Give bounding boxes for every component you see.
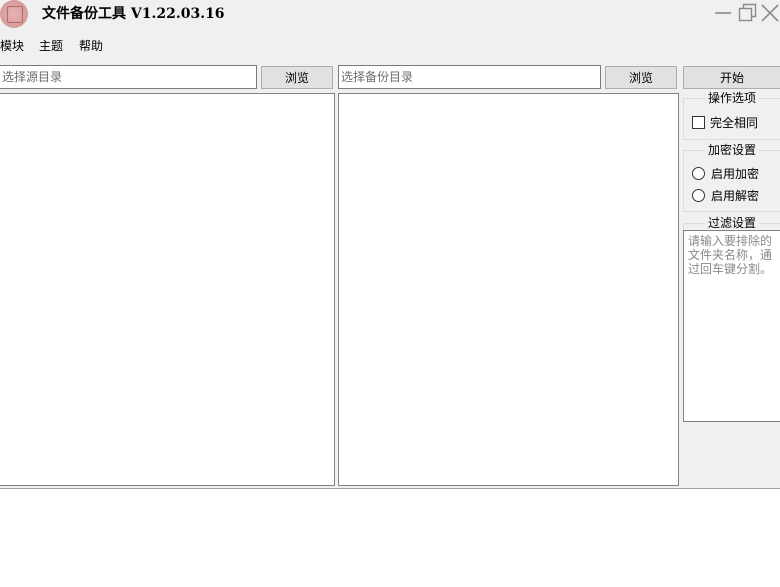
- start-button[interactable]: 开始: [683, 66, 780, 89]
- backup-browse-button[interactable]: 浏览: [605, 66, 677, 89]
- exact-match-label[interactable]: 完全相同: [710, 115, 758, 131]
- source-file-list[interactable]: [0, 93, 335, 486]
- backup-dir-input[interactable]: [338, 65, 601, 89]
- minimize-icon[interactable]: [710, 0, 736, 26]
- enable-encrypt-radio[interactable]: [692, 167, 705, 180]
- window-title: 文件备份工具 V1.22.03.16: [42, 6, 225, 22]
- menu-help[interactable]: 帮助: [79, 37, 103, 55]
- menu-module[interactable]: 模块: [0, 37, 24, 55]
- source-browse-button[interactable]: 浏览: [261, 66, 333, 89]
- encryption-group-title: 加密设置: [705, 143, 760, 157]
- source-dir-input[interactable]: [0, 65, 257, 89]
- filter-textarea[interactable]: [683, 230, 780, 422]
- enable-decrypt-label[interactable]: 启用解密: [711, 188, 759, 204]
- enable-encrypt-label[interactable]: 启用加密: [711, 166, 759, 182]
- options-group-title: 操作选项: [705, 91, 760, 105]
- enable-decrypt-radio[interactable]: [692, 189, 705, 202]
- filter-group-title: 过滤设置: [705, 216, 760, 230]
- backup-file-list[interactable]: [338, 93, 679, 486]
- app-logo-icon: [0, 0, 28, 28]
- log-panel[interactable]: [0, 488, 780, 587]
- menu-theme[interactable]: 主题: [39, 37, 63, 55]
- close-icon[interactable]: [758, 0, 780, 26]
- exact-match-checkbox[interactable]: [692, 116, 705, 129]
